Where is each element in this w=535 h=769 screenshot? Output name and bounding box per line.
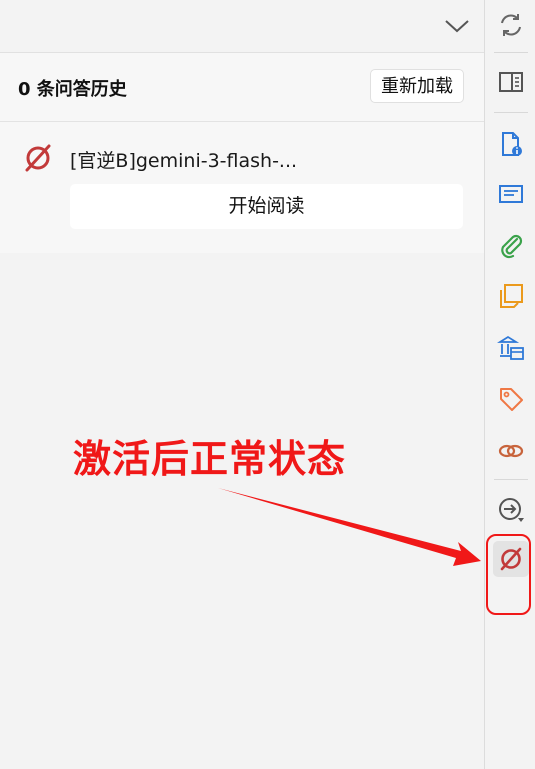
history-item: [官逆B]gemini-3-flash-... 开始阅读 <box>0 122 484 242</box>
chevron-down-icon <box>445 20 469 33</box>
reload-button[interactable]: 重新加载 <box>370 69 464 103</box>
attachment-icon <box>501 234 523 259</box>
qa-history-panel: 0 条问答历史 重新加载 [官逆B]gemini-3-flash-... 开始阅… <box>0 53 484 253</box>
collapse-button[interactable] <box>442 12 472 40</box>
sidebar-divider <box>494 479 528 480</box>
library-collection-icon <box>497 335 524 360</box>
related-link-button[interactable] <box>493 432 529 468</box>
locate-button[interactable] <box>493 492 529 528</box>
reader-view-icon <box>499 72 523 92</box>
top-bar <box>0 0 484 53</box>
panel-title: 0 条问答历史 <box>18 79 127 100</box>
notes-button[interactable] <box>493 278 529 314</box>
ai-plugin-button[interactable] <box>493 541 529 577</box>
sidebar-divider <box>494 52 528 53</box>
document-info-button[interactable] <box>493 126 529 162</box>
document-info-icon <box>502 132 522 156</box>
start-reading-button[interactable]: 开始阅读 <box>70 184 463 229</box>
library-collection-button[interactable] <box>493 330 529 366</box>
null-set-icon <box>22 142 54 174</box>
tag-icon <box>500 388 523 411</box>
sync-button[interactable] <box>493 7 529 43</box>
locate-icon <box>499 498 524 522</box>
sidebar-divider <box>494 112 528 113</box>
tag-button[interactable] <box>493 381 529 417</box>
right-sidebar <box>484 0 535 769</box>
annotation-label: 激活后正常状态 <box>73 437 347 481</box>
attachment-button[interactable] <box>493 227 529 263</box>
reader-view-button[interactable] <box>493 64 529 100</box>
related-link-icon <box>498 444 524 458</box>
abstract-button[interactable] <box>493 176 529 212</box>
notes-icon <box>500 284 523 308</box>
abstract-icon <box>499 185 523 203</box>
history-item-title[interactable]: [官逆B]gemini-3-flash-... <box>70 146 297 173</box>
null-set-icon <box>500 547 522 571</box>
sync-icon <box>501 14 521 36</box>
panel-header: 0 条问答历史 重新加载 <box>0 53 484 122</box>
